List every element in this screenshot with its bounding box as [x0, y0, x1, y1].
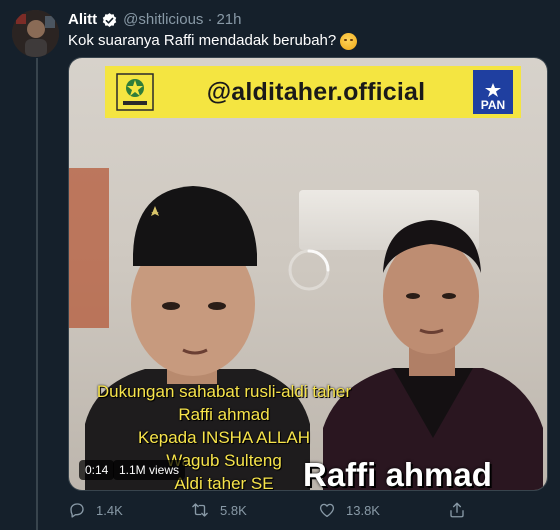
party-banner: @alditaher.official PAN: [105, 66, 521, 118]
video-frame: @alditaher.official PAN Dukungan sahabat…: [69, 58, 547, 490]
caption-line: Raffi ahmad: [178, 405, 270, 424]
tweet-actions: 1.4K 5.8K 13.8K: [68, 500, 538, 520]
retweet-icon: [192, 503, 208, 517]
like-icon: [319, 503, 335, 518]
hand-over-mouth-emoji-icon: [340, 32, 358, 50]
tweet-text: Kok suaranya Raffi mendadak berubah?: [68, 31, 358, 51]
like-button[interactable]: 13.8K: [318, 501, 380, 519]
video-views-badge: 1.1M views: [113, 460, 186, 480]
loading-spinner-icon: [287, 248, 331, 292]
tweet-header: Alitt @shitlicious · 21h: [68, 11, 241, 29]
reply-count: 1.4K: [96, 502, 123, 518]
golkar-logo-icon: [111, 70, 159, 114]
tweet-body: Kok suaranya Raffi mendadak berubah?: [68, 32, 337, 49]
name-overlay: Raffi ahmad: [303, 456, 492, 491]
reply-icon: [70, 503, 84, 518]
like-count: 13.8K: [346, 502, 380, 518]
video-player[interactable]: @alditaher.official PAN Dukungan sahabat…: [68, 57, 548, 491]
retweet-button[interactable]: 5.8K: [190, 501, 247, 519]
share-icon: [450, 502, 464, 518]
avatar[interactable]: [12, 10, 59, 57]
caption-line: Dukungan sahabat rusli-aldi taher: [96, 382, 352, 401]
user-handle[interactable]: @shitlicious: [123, 11, 203, 29]
pan-logo-icon: PAN: [473, 70, 513, 114]
pan-logo-text: PAN: [480, 98, 506, 112]
display-name[interactable]: Alitt: [68, 11, 97, 29]
retweet-count: 5.8K: [220, 502, 247, 518]
separator-dot: ·: [207, 11, 213, 28]
banner-handle-text: @alditaher.official: [206, 77, 426, 106]
share-button[interactable]: [448, 501, 476, 519]
video-time-badge: 0:14: [79, 460, 115, 480]
tweet-timestamp[interactable]: 21h: [216, 11, 241, 29]
caption-line: Kepada INSHA ALLAH: [137, 428, 310, 447]
verified-badge-icon: [101, 12, 118, 29]
reply-button[interactable]: 1.4K: [68, 501, 123, 519]
thread-line: [36, 58, 38, 530]
